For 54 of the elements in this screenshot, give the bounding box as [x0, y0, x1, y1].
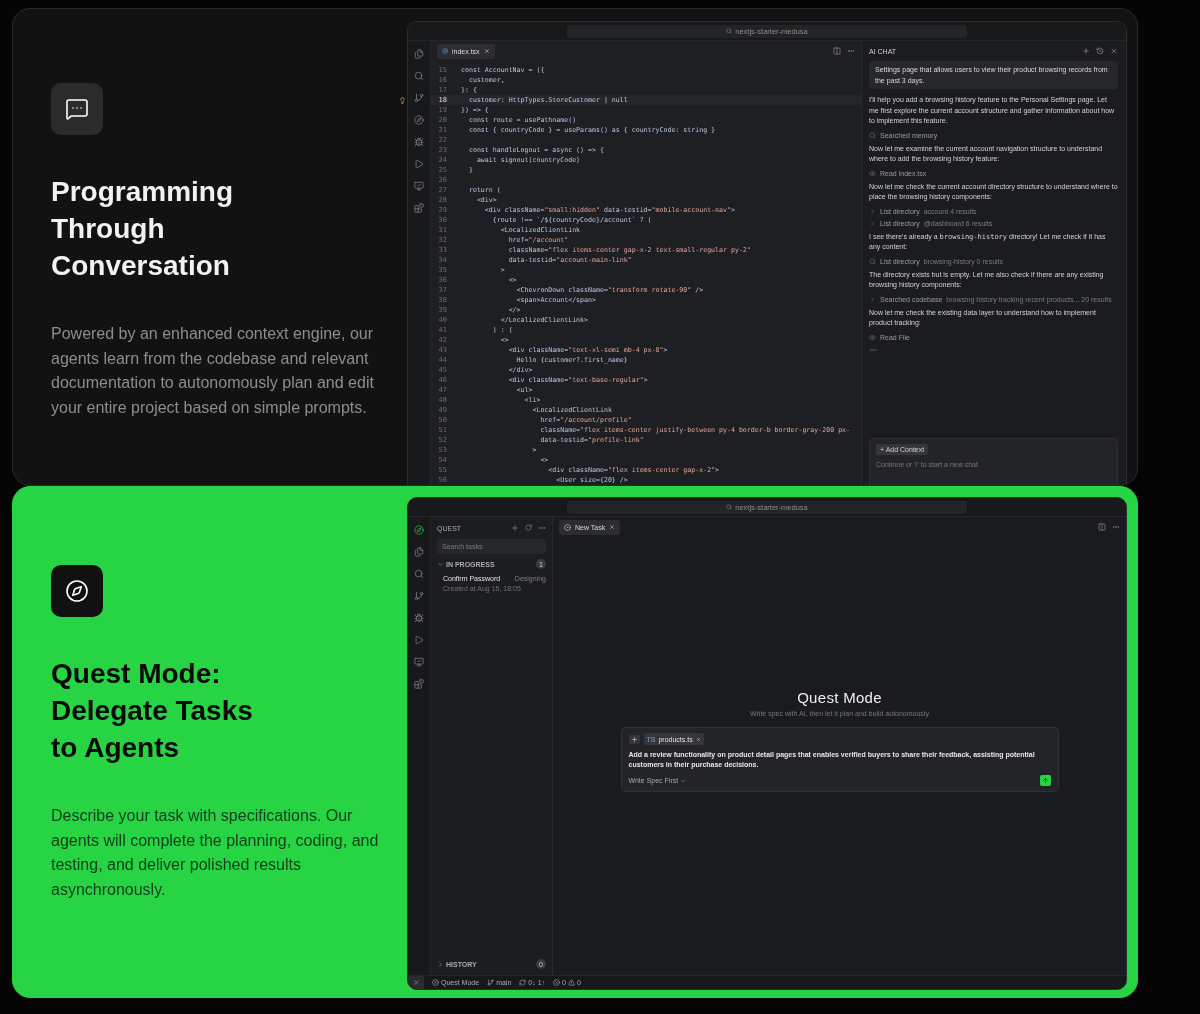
sync-icon — [519, 979, 527, 986]
monitor-icon[interactable] — [414, 657, 424, 667]
more-icon[interactable] — [847, 47, 855, 55]
search-icon[interactable] — [869, 131, 876, 139]
branch-icon[interactable] — [414, 591, 424, 601]
plus-icon — [630, 735, 638, 743]
eye-icon[interactable] — [869, 333, 876, 341]
split-icon[interactable] — [1098, 523, 1106, 531]
search-icon — [726, 28, 733, 34]
branch-icon[interactable] — [414, 93, 424, 103]
feature-title: Programming Through Conversation — [51, 175, 235, 283]
compass-icon[interactable] — [414, 115, 424, 125]
files-icon[interactable] — [414, 547, 424, 557]
bug-icon[interactable] — [414, 137, 424, 147]
chevron-icon — [680, 777, 687, 784]
refresh-icon[interactable] — [525, 524, 532, 531]
chevron-icon[interactable] — [437, 960, 444, 968]
close-icon[interactable] — [609, 524, 616, 530]
plus-icon[interactable] — [511, 524, 519, 532]
bug-icon[interactable] — [414, 613, 424, 623]
warning-icon — [567, 979, 575, 986]
eye-icon[interactable] — [869, 169, 876, 177]
search-icon[interactable] — [414, 71, 424, 81]
files-icon[interactable] — [414, 49, 424, 59]
search-icon[interactable] — [414, 569, 424, 579]
lightbulb-icon[interactable] — [399, 96, 406, 104]
blocks-icon[interactable] — [414, 203, 424, 213]
feature-description: Describe your task with specifications. Our agents will complete the planning, coding, and testing, and deliver polished results asynchronously. — [51, 806, 380, 900]
arrow-up-icon — [1041, 777, 1049, 784]
compass-icon[interactable] — [414, 525, 424, 535]
search-icon — [726, 504, 733, 510]
plus-icon[interactable] — [1082, 47, 1090, 55]
branch-icon — [487, 979, 495, 986]
feature-description: Powered by an enhanced context engine, our agents learn from the codebase and relevant documentation to autonomously plan and edit your entire project based on simple prompts. — [51, 324, 375, 418]
monitor-icon[interactable] — [414, 181, 424, 191]
send-button[interactable] — [1039, 775, 1051, 786]
close-icon[interactable] — [1110, 47, 1118, 55]
split-icon[interactable] — [833, 47, 841, 55]
chevron-icon[interactable] — [869, 295, 876, 303]
error-icon — [553, 979, 561, 986]
blocks-icon[interactable] — [414, 679, 424, 689]
add-button[interactable] — [628, 734, 640, 744]
quest-title: Quest Mode — [797, 689, 882, 706]
feature-title: Quest Mode: Delegate Tasks to Agents — [51, 657, 254, 765]
history-icon[interactable] — [1096, 47, 1104, 55]
search-icon[interactable] — [869, 257, 876, 265]
compass-icon — [65, 579, 89, 603]
play-icon[interactable] — [414, 159, 424, 169]
more-icon[interactable] — [1112, 523, 1120, 531]
more-icon[interactable] — [538, 524, 546, 532]
chevron-icon[interactable] — [437, 560, 444, 568]
play-icon[interactable] — [414, 635, 424, 645]
target-icon — [564, 523, 571, 531]
chat-icon — [65, 97, 89, 121]
